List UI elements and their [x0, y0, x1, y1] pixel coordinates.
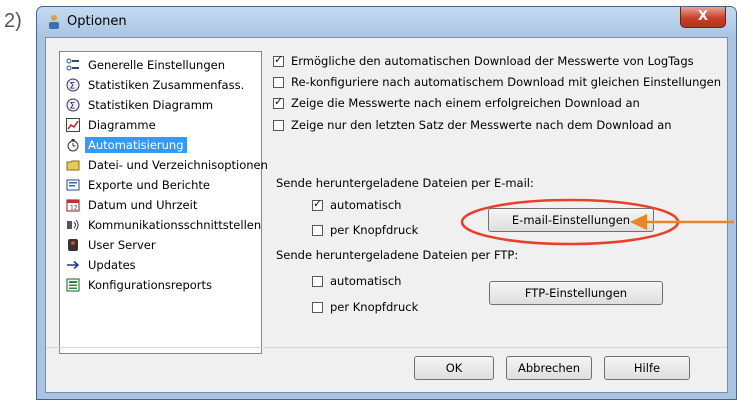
nav-item-general[interactable]: Generelle Einstellungen	[60, 55, 261, 75]
nav-item-statistics-summary[interactable]: Σ Statistiken Zusammenfass.	[60, 75, 261, 95]
nav-label: Diagramme	[88, 118, 156, 132]
help-button[interactable]: Hilfe	[604, 356, 690, 380]
show-values-option[interactable]: Zeige die Messwerte nach einem erfolgrei…	[273, 95, 640, 110]
server-icon	[65, 237, 81, 253]
settings-list-icon	[65, 57, 81, 73]
email-automatic-label: automatisch	[330, 198, 402, 212]
close-icon: X	[697, 9, 709, 24]
nav-label: Generelle Einstellungen	[88, 58, 225, 72]
nav-label: Statistiken Zusammenfass.	[88, 78, 245, 92]
svg-text:12: 12	[70, 205, 78, 212]
ftp-settings-button[interactable]: FTP-Einstellungen	[489, 281, 663, 305]
nav-item-date-time[interactable]: 12 Datum und Uhrzeit	[60, 195, 261, 215]
reconfigure-checkbox[interactable]	[273, 76, 284, 88]
email-button-press-option[interactable]: per Knopfdruck	[312, 223, 418, 237]
ok-button[interactable]: OK	[414, 356, 494, 380]
show-last-option[interactable]: Zeige nur den letzten Satz der Messwerte…	[273, 118, 672, 132]
calendar-icon: 12	[65, 197, 81, 213]
nav-label: User Server	[88, 238, 156, 252]
nav-item-user-server[interactable]: User Server	[60, 235, 261, 255]
nav-item-charts[interactable]: Diagramme	[60, 115, 261, 135]
show-last-checkbox[interactable]	[273, 119, 284, 131]
statistics-chart-icon: Σ	[65, 97, 81, 113]
app-icon	[49, 15, 59, 29]
close-button[interactable]: X	[680, 7, 726, 28]
statistics-icon: Σ	[65, 77, 81, 93]
ftp-section-label: Sende heruntergeladene Dateien per FTP:	[276, 248, 519, 262]
config-report-icon	[65, 277, 81, 293]
email-button-press-label: per Knopfdruck	[330, 223, 419, 237]
auto-download-option[interactable]: Ermögliche den automatischen Download de…	[273, 53, 694, 68]
nav-item-updates[interactable]: Updates	[60, 255, 261, 275]
interface-icon	[65, 217, 81, 233]
automation-icon	[65, 137, 81, 153]
nav-item-config-reports[interactable]: Konfigurationsreports	[60, 275, 261, 295]
title-bar[interactable]: Optionen X	[37, 7, 736, 37]
ftp-button-press-label: per Knopfdruck	[330, 300, 419, 314]
svg-text:Σ: Σ	[70, 102, 76, 112]
arrow-right-icon	[65, 257, 81, 273]
reconfigure-option[interactable]: Re-konfiguriere nach automatischem Downl…	[273, 75, 721, 89]
ftp-button-press-checkbox[interactable]	[312, 301, 323, 313]
nav-item-interfaces[interactable]: Kommunikationsschnittstellen	[60, 215, 261, 235]
folder-icon	[65, 157, 81, 173]
ftp-button-press-option[interactable]: per Knopfdruck	[312, 300, 418, 314]
nav-item-automation[interactable]: Automatisierung	[60, 135, 261, 155]
options-dialog: Optionen X Generelle Einstellungen Σ Sta…	[36, 6, 737, 400]
show-values-label: Zeige die Messwerte nach einem erfolgrei…	[291, 96, 640, 110]
svg-text:Σ: Σ	[70, 82, 76, 92]
nav-label: Exporte und Berichte	[88, 178, 210, 192]
nav-label: Automatisierung	[85, 137, 187, 153]
email-automatic-option[interactable]: automatisch	[312, 197, 402, 212]
ftp-automatic-label: automatisch	[330, 274, 402, 288]
nav-label: Konfigurationsreports	[88, 278, 213, 292]
email-button-press-checkbox[interactable]	[312, 224, 323, 236]
nav-label: Kommunikationsschnittstellen	[88, 218, 262, 232]
chart-icon	[65, 117, 81, 133]
nav-label: Updates	[88, 258, 136, 272]
nav-label: Datum und Uhrzeit	[88, 198, 198, 212]
email-settings-button[interactable]: E-mail-Einstellungen	[488, 208, 654, 232]
ftp-automatic-option[interactable]: automatisch	[312, 274, 401, 288]
cancel-button[interactable]: Abbrechen	[506, 356, 592, 380]
email-automatic-checkbox[interactable]	[312, 197, 323, 211]
show-values-checkbox[interactable]	[273, 95, 284, 109]
nav-label: Statistiken Diagramm	[88, 98, 214, 112]
reconfigure-label: Re-konfiguriere nach automatischem Downl…	[291, 75, 722, 89]
nav-item-files-folders[interactable]: Datei- und Verzeichnisoptionen	[60, 155, 268, 175]
step-label: 2)	[4, 10, 22, 32]
nav-item-statistics-chart[interactable]: Σ Statistiken Diagramm	[60, 95, 261, 115]
email-section-label: Sende heruntergeladene Dateien per E-mai…	[276, 176, 534, 190]
ftp-automatic-checkbox[interactable]	[312, 275, 323, 287]
window-title: Optionen	[67, 14, 127, 29]
nav-label: Datei- und Verzeichnisoptionen	[88, 158, 268, 172]
dialog-client-area: Generelle Einstellungen Σ Statistiken Zu…	[45, 37, 728, 393]
report-icon	[65, 177, 81, 193]
dialog-button-bar: OK Abbrechen Hilfe	[46, 347, 727, 392]
options-category-list[interactable]: Generelle Einstellungen Σ Statistiken Zu…	[59, 51, 268, 354]
auto-download-checkbox[interactable]	[273, 53, 284, 67]
auto-download-label: Ermögliche den automatischen Download de…	[291, 54, 694, 68]
show-last-label: Zeige nur den letzten Satz der Messwerte…	[291, 118, 672, 132]
nav-item-exports-reports[interactable]: Exporte und Berichte	[60, 175, 261, 195]
